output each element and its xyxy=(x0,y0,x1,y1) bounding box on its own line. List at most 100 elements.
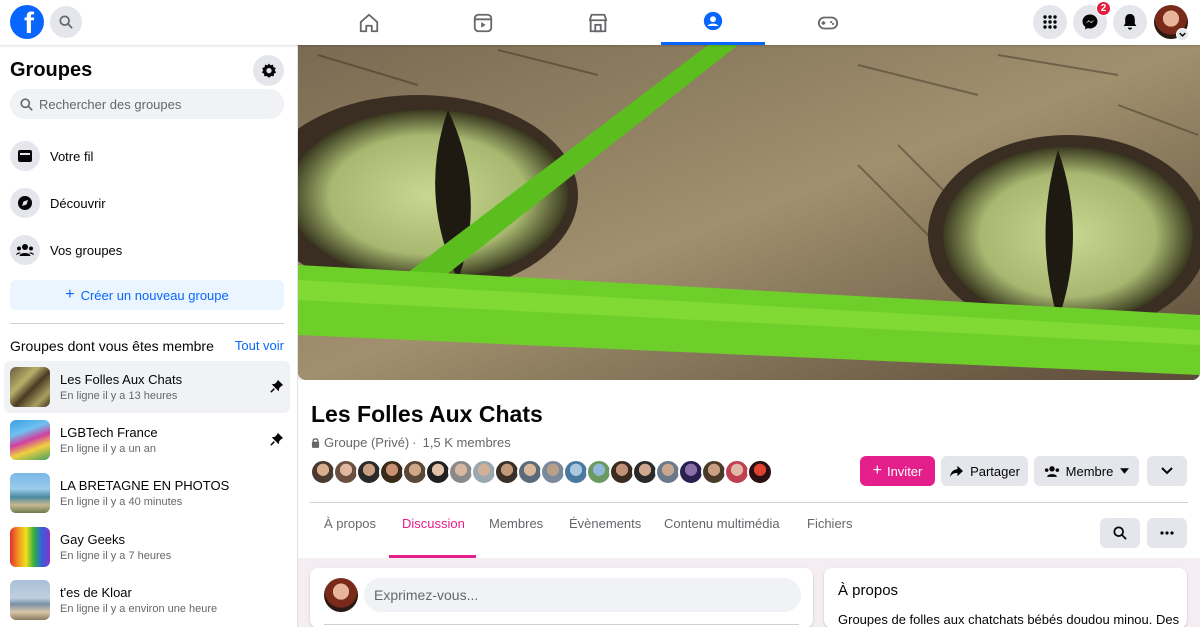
search-icon xyxy=(59,15,73,29)
tab-events[interactable]: Évènements xyxy=(569,516,641,531)
group-item[interactable]: Gay Geeks En ligne il y a 7 heures xyxy=(4,521,290,573)
tab-files[interactable]: Fichiers xyxy=(807,516,853,531)
group-name: Gay Geeks xyxy=(60,532,126,547)
sidebar-item-label: Découvrir xyxy=(50,195,106,211)
caret-down-icon xyxy=(1120,468,1130,474)
pin-icon[interactable] xyxy=(270,432,284,446)
group-settings-button[interactable] xyxy=(253,55,284,86)
marketplace-icon xyxy=(588,13,608,32)
group-thumbnail xyxy=(10,473,50,513)
feed-icon xyxy=(18,150,32,162)
composer-divider xyxy=(324,624,799,625)
group-status: En ligne il y a 40 minutes xyxy=(60,496,183,508)
sidebar-item-your-groups[interactable]: Vos groupes xyxy=(10,231,284,269)
group-name: LGBTech France xyxy=(60,425,158,440)
tab-members[interactable]: Membres xyxy=(489,516,543,531)
menu-button[interactable] xyxy=(1033,5,1067,39)
group-status: En ligne il y a 7 heures xyxy=(60,550,172,562)
pin-icon[interactable] xyxy=(270,379,284,393)
invite-button[interactable]: + Inviter xyxy=(860,456,935,486)
top-navigation-bar: f 2 xyxy=(0,0,1200,45)
apps-grid-icon xyxy=(1043,15,1057,29)
your-groups-icon-wrap xyxy=(10,235,40,265)
plus-icon: + xyxy=(872,462,882,479)
nav-tab-marketplace[interactable] xyxy=(546,0,650,45)
member-groups-heading: Groupes dont vous êtes membre xyxy=(10,338,214,354)
group-cover-photo xyxy=(298,45,1200,380)
sidebar-item-feed[interactable]: Votre fil xyxy=(10,137,284,175)
video-icon xyxy=(473,13,493,32)
sidebar-item-discover[interactable]: Découvrir xyxy=(10,184,284,222)
group-header: Les Folles Aux Chats Groupe (Privé) · 1,… xyxy=(298,380,1200,558)
nav-tab-groups[interactable] xyxy=(661,0,765,45)
member-label: Membre xyxy=(1065,463,1114,479)
about-card: À propos Groupes de folles aux chatchats… xyxy=(824,568,1187,627)
group-thumbnail xyxy=(10,420,50,460)
group-name: LA BRETAGNE EN PHOTOS xyxy=(60,478,230,493)
sidebar-divider xyxy=(10,323,284,324)
invite-label: Inviter xyxy=(886,463,923,479)
group-thumbnail xyxy=(10,580,50,620)
group-status: En ligne il y a 13 heures xyxy=(60,390,178,402)
share-label: Partager xyxy=(970,463,1020,479)
tab-discussion[interactable]: Discussion xyxy=(402,516,465,531)
share-button[interactable]: Partager xyxy=(941,456,1028,486)
nav-tab-home[interactable] xyxy=(317,0,421,45)
search-icon xyxy=(20,97,33,111)
membership-button[interactable]: Membre xyxy=(1034,456,1139,486)
meta-separator: · xyxy=(412,435,417,450)
member-avatars[interactable] xyxy=(310,459,773,487)
member-group-icon xyxy=(1044,465,1059,477)
nav-tab-gaming[interactable] xyxy=(776,0,880,45)
member-avatar[interactable] xyxy=(747,459,773,485)
discover-icon-wrap xyxy=(10,188,40,218)
more-dots-icon xyxy=(1160,531,1174,535)
more-options-button[interactable] xyxy=(1147,518,1187,548)
feed-icon-wrap xyxy=(10,141,40,171)
sidebar-search[interactable] xyxy=(10,89,284,119)
post-input[interactable] xyxy=(364,578,801,612)
notifications-button[interactable] xyxy=(1113,5,1147,39)
nav-tab-video[interactable] xyxy=(431,0,535,45)
sidebar-item-label: Votre fil xyxy=(50,148,94,164)
expand-header-button[interactable] xyxy=(1147,456,1187,486)
group-search-button[interactable] xyxy=(1100,518,1140,548)
group-thumbnail xyxy=(10,367,50,407)
about-description: Groupes de folles aux chatchats bébés do… xyxy=(838,612,1180,627)
sidebar-title: Groupes xyxy=(10,59,93,81)
search-icon xyxy=(1113,526,1127,540)
group-item[interactable]: t'es de Kloar En ligne il y a environ une… xyxy=(4,574,290,626)
groups-sidebar: Groupes Votre fil Découvrir Vos groupes … xyxy=(0,45,297,627)
home-icon xyxy=(359,13,379,32)
post-composer xyxy=(310,568,813,627)
gaming-icon xyxy=(817,16,839,29)
messenger-button[interactable]: 2 xyxy=(1073,1,1111,39)
composer-avatar[interactable] xyxy=(324,578,358,612)
group-name: t'es de Kloar xyxy=(60,585,132,600)
facebook-logo[interactable]: f xyxy=(10,5,44,39)
sidebar-item-label: Vos groupes xyxy=(50,242,123,258)
tab-media[interactable]: Contenu multimédia xyxy=(664,516,780,531)
create-group-button[interactable]: + Créer un nouveau groupe xyxy=(10,280,284,310)
facebook-logo-letter: f xyxy=(24,7,34,39)
lock-icon xyxy=(311,438,320,448)
group-title: Les Folles Aux Chats xyxy=(311,401,543,427)
discover-icon xyxy=(18,196,32,210)
chevron-down-icon xyxy=(1161,467,1173,475)
group-thumbnail xyxy=(10,527,50,567)
tab-about[interactable]: À propos xyxy=(324,516,376,531)
tabs-divider xyxy=(310,502,1188,503)
group-item[interactable]: LA BRETAGNE EN PHOTOS En ligne il y a 40 … xyxy=(4,467,290,519)
group-item[interactable]: Les Folles Aux Chats En ligne il y a 13 h… xyxy=(4,361,290,413)
search-groups-input[interactable] xyxy=(39,96,269,112)
create-group-label: Créer un nouveau groupe xyxy=(80,287,229,303)
group-members-count[interactable]: 1,5 K membres xyxy=(423,435,511,450)
groups-icon xyxy=(703,11,723,31)
your-groups-icon xyxy=(16,244,34,256)
chevron-down-icon xyxy=(1179,32,1186,37)
see-all-link[interactable]: Tout voir xyxy=(235,338,284,353)
account-menu-button[interactable] xyxy=(1176,28,1189,41)
group-name: Les Folles Aux Chats xyxy=(60,372,183,387)
group-item[interactable]: LGBTech France En ligne il y a un an xyxy=(4,414,290,466)
search-button[interactable] xyxy=(50,6,82,38)
